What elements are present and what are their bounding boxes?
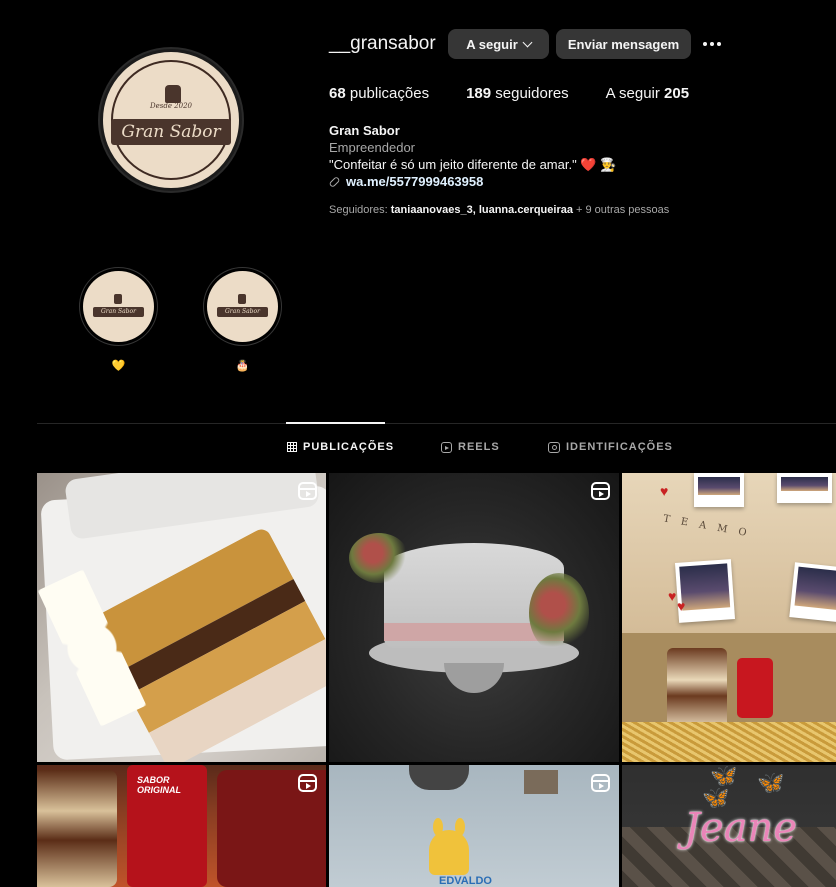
highlight-label: 🎂 <box>235 360 250 372</box>
followed-by-users[interactable]: taniaanovaes_3, luanna.cerqueiraa <box>391 204 573 216</box>
dessert-jar <box>667 648 727 728</box>
polaroid-photo <box>777 473 832 503</box>
tab-posts-label: PUBLICAÇÕES <box>303 441 395 453</box>
link-icon <box>328 175 341 188</box>
chevron-down-icon <box>522 37 533 47</box>
cake-topper-name: Jeane <box>684 805 797 851</box>
tab-posts[interactable]: PUBLICAÇÕES <box>287 441 394 453</box>
post-1[interactable] <box>37 473 326 762</box>
username: __gransabor <box>329 33 436 54</box>
highlight-logo-ribbon: Gran Sabor <box>93 307 144 317</box>
tab-tagged-label: IDENTIFICAÇÕES <box>566 441 673 453</box>
polaroid-photo <box>789 562 836 623</box>
chef-emoji: 👨‍🍳 <box>600 157 617 172</box>
tab-reels-label: REELS <box>458 441 500 453</box>
cake-stand <box>444 663 504 693</box>
cake-topper <box>409 765 469 790</box>
heart-decoration: ♥ <box>660 483 669 499</box>
post-4[interactable]: SABOR ORIGINAL <box>37 765 326 887</box>
logo-ribbon-wrap: Gran Sabor <box>103 119 239 145</box>
tagged-icon <box>548 441 560 453</box>
bio-link[interactable]: wa.me/5577999463958 <box>328 173 616 190</box>
reel-icon <box>591 774 610 792</box>
following-count-value: 205 <box>664 85 690 102</box>
reel-icon <box>298 774 317 792</box>
heart-emoji: ❤️ <box>580 157 597 172</box>
straw-filling <box>622 722 836 762</box>
highlight-2[interactable]: Gran Sabor 🎂 <box>203 267 282 372</box>
followers-count[interactable]: 189 seguidores <box>466 85 569 102</box>
highlight-ring: Gran Sabor <box>79 267 158 346</box>
followed-by: Seguidores: taniaanovaes_3, luanna.cerqu… <box>329 204 669 216</box>
profile-stats: 68 publicações 189 seguidores A seguir 2… <box>329 85 726 102</box>
bio-link-text: wa.me/5577999463958 <box>346 174 484 189</box>
posts-count: 68 publicações <box>329 85 429 102</box>
wall-sticker <box>524 770 558 794</box>
profile-avatar[interactable]: Desde 2020 Gran Sabor <box>100 49 242 191</box>
flower-decoration <box>529 573 589 653</box>
profile-category: Empreendedor <box>329 140 415 155</box>
mixer-icon <box>114 294 122 304</box>
bio-text-line: "Confeitar é só um jeito diferente de am… <box>329 156 616 173</box>
grid-icon <box>287 442 297 452</box>
following-button-label: A seguir <box>466 36 518 52</box>
tab-tagged[interactable]: IDENTIFICAÇÕES <box>548 441 673 453</box>
highlight-ring: Gran Sabor <box>203 267 282 346</box>
display-name: Gran Sabor <box>329 123 400 138</box>
followed-by-prefix: Seguidores: <box>329 204 391 216</box>
tab-reels[interactable]: REELS <box>441 441 500 453</box>
heart-decoration: ♥ <box>677 598 686 614</box>
highlight-1[interactable]: Gran Sabor 💛 <box>79 267 158 372</box>
logo-ribbon: Gran Sabor <box>111 119 231 145</box>
post-6[interactable]: 🦋 🦋 🦋 Jeane <box>622 765 836 887</box>
bio-text: "Confeitar é só um jeito diferente de am… <box>329 157 577 172</box>
post-3[interactable]: T E A M O ♥ ♥ ♥ <box>622 473 836 762</box>
highlight-cover: Gran Sabor <box>83 271 154 342</box>
post-5[interactable]: EDVALDO <box>329 765 619 887</box>
polaroid-photo <box>694 473 744 507</box>
mixer-icon <box>238 294 246 304</box>
send-message-button[interactable]: Enviar mensagem <box>556 29 691 59</box>
more-options-icon[interactable] <box>703 36 725 52</box>
flower-decoration <box>349 533 409 583</box>
can-label: SABOR ORIGINAL <box>137 775 181 795</box>
following-count[interactable]: A seguir 205 <box>606 85 689 102</box>
followers-count-label: seguidores <box>491 85 569 102</box>
gran-sabor-logo: Desde 2020 Gran Sabor <box>100 49 242 191</box>
mixer-icon <box>165 85 181 103</box>
soda-can <box>737 658 773 718</box>
topper-name: EDVALDO <box>439 875 492 887</box>
following-count-label: A seguir <box>605 85 665 102</box>
posts-count-value: 68 <box>329 85 346 102</box>
followers-count-value: 189 <box>466 85 492 102</box>
posts-count-label: publicações <box>345 85 430 102</box>
profile-bio: Gran Sabor Empreendedor "Confeitar é só … <box>328 122 616 190</box>
followed-by-suffix: + 9 outras pessoas <box>572 204 670 216</box>
logo-desde: Desde 2020 <box>149 102 192 110</box>
character-topper <box>429 818 469 875</box>
reel-icon <box>591 482 610 500</box>
following-button[interactable]: A seguir <box>448 29 549 59</box>
reels-icon <box>441 441 452 453</box>
reel-icon <box>298 482 317 500</box>
highlight-logo-ribbon: Gran Sabor <box>217 307 268 317</box>
post-2[interactable] <box>329 473 619 762</box>
soda-can: SABOR ORIGINAL <box>127 765 207 887</box>
highlight-label: 💛 <box>111 360 126 372</box>
dessert-jar <box>37 770 117 887</box>
heart-decoration: ♥ <box>668 588 677 604</box>
highlight-cover: Gran Sabor <box>207 271 278 342</box>
active-tab-indicator <box>286 422 385 424</box>
tabs-divider <box>37 423 836 424</box>
butterfly-decoration: 🦋 <box>757 770 785 795</box>
